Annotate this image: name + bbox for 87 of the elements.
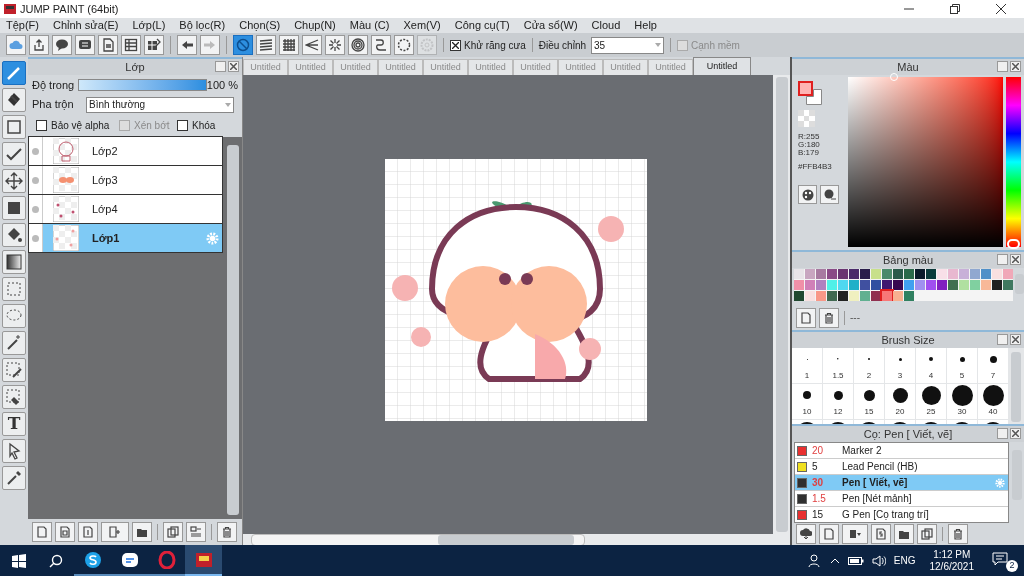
document-tab[interactable]: Untitled [693,57,751,75]
layer-name: Lớp1 [92,230,120,246]
brush-row[interactable]: 1.5 Pen [Nét mảnh] [795,491,1008,507]
menu-item[interactable]: Công cụ(T) [454,17,510,34]
palette-name: --- [850,311,860,325]
size-label: 40 [988,406,998,418]
checkbox-label: Khóa [192,118,216,133]
brush-size-cell[interactable]: 10 [792,384,822,419]
notification-badge: 2 [1006,559,1018,572]
size-label: 7 [990,370,996,382]
field-label: Pha trộn [32,97,75,113]
size-label: 1 [804,370,810,382]
size-label: 1.5 [832,370,844,382]
clock-time[interactable]: 1:12 PM [933,548,971,561]
brush-size-cell[interactable]: 7 [978,348,1008,383]
size-label: 20 [895,406,905,418]
menu-item[interactable]: Lớp(L) [132,17,166,34]
brush-size-cell[interactable]: 25 [916,384,946,419]
field-label: Điều chỉnh [538,38,587,53]
layer-name: Lớp2 [92,143,118,159]
menu-item[interactable]: Cửa sổ(W) [523,17,578,34]
size-label: 3 [897,370,903,382]
brush-size-cell[interactable]: 5 [947,348,977,383]
brush-size-cell[interactable]: 1 [792,348,822,383]
brush-size-cell[interactable]: 4 [916,348,946,383]
size-label: 5 [959,370,965,382]
checkbox-label: Bảo vệ alpha [51,118,110,133]
layer-row[interactable]: Lớp1 [28,223,223,253]
layer-name: Lớp4 [92,201,118,217]
size-label: 10 [802,406,812,418]
size-label: 15 [864,406,874,418]
language-indicator[interactable]: ENG [893,553,916,568]
panel-title: Bảng màu [882,252,934,268]
menu-item[interactable]: Màu (C) [349,17,390,34]
menu-item[interactable]: Bộ lọc(R) [179,17,226,34]
color-value: R:255 [798,133,821,141]
brush-size-cell[interactable]: 40 [978,384,1008,419]
brush-size-cell[interactable]: 2 [854,348,884,383]
size-label: 2 [866,370,872,382]
menu-item[interactable]: Chọn(S) [239,17,281,34]
brush-size: 1.5 [812,492,827,506]
window-title: JUMP PAINT (64bit) [20,1,119,17]
color-value: G:180 [798,141,821,149]
brush-size: 20 [812,444,825,458]
brush-size-cell[interactable]: 3 [885,348,915,383]
checkbox-label: Cạnh mềm [691,38,740,53]
brush-row[interactable]: 30 Pen [ Viết, vẽ] [795,475,1008,491]
brush-size-cell[interactable]: 15 [854,384,884,419]
color-value: B:179 [798,149,820,157]
brush-size-cell[interactable]: 20 [885,384,915,419]
brush-row[interactable]: 20 Marker 2 [795,443,1008,459]
hex-value: #FFB4B3 [798,161,833,173]
menu-item[interactable]: Tệp(F) [6,17,39,34]
checkbox-label: Xén bớt [134,118,170,133]
panel-title: Brush Size [881,332,935,348]
menu-item[interactable]: Chỉnh sửa(E) [53,17,119,34]
blend-mode-dropdown[interactable]: Bình thường [86,96,234,113]
adjust-field[interactable]: 35 [591,36,665,54]
panel-title: Lớp [125,59,145,75]
brush-name: Pen [Nét mảnh] [842,492,912,506]
brush-row[interactable]: 5 Lead Pencil (HB) [795,459,1008,475]
brush-size-cell[interactable]: 30 [947,384,977,419]
brush-name: Pen [ Viết, vẽ] [842,476,908,490]
brush-size-cell[interactable]: 12 [823,384,853,419]
layer-name: Lớp3 [92,172,118,188]
size-label: 12 [833,406,843,418]
menu-item[interactable]: Cloud [591,17,621,34]
brush-size-cell[interactable]: 1.5 [823,348,853,383]
brush-name: Lead Pencil (HB) [842,460,918,474]
brush-size: 15 [812,508,825,522]
size-label: 25 [926,406,936,418]
menu-item[interactable]: Xem(V) [403,17,441,34]
menu-item[interactable]: Help [634,17,657,34]
size-label: 30 [957,406,967,418]
slider-label: Độ trong [32,77,76,93]
checkbox-label: Khử răng cưa [464,38,526,53]
menu-item[interactable]: Chụp(N) [294,17,336,34]
clock-date[interactable]: 12/6/2021 [929,560,974,573]
size-label: 4 [928,370,934,382]
slider-value: 100 % [206,77,238,93]
brush-size: 30 [812,476,825,490]
panel-title: Cọ: Pen [ Viết, vẽ] [863,426,953,442]
brush-size: 5 [812,460,819,474]
brush-name: G Pen [Cọ trang trí] [842,508,929,522]
text-tool-button[interactable]: T [2,412,26,436]
brush-name: Marker 2 [842,444,882,458]
panel-title: Màu [897,59,919,75]
